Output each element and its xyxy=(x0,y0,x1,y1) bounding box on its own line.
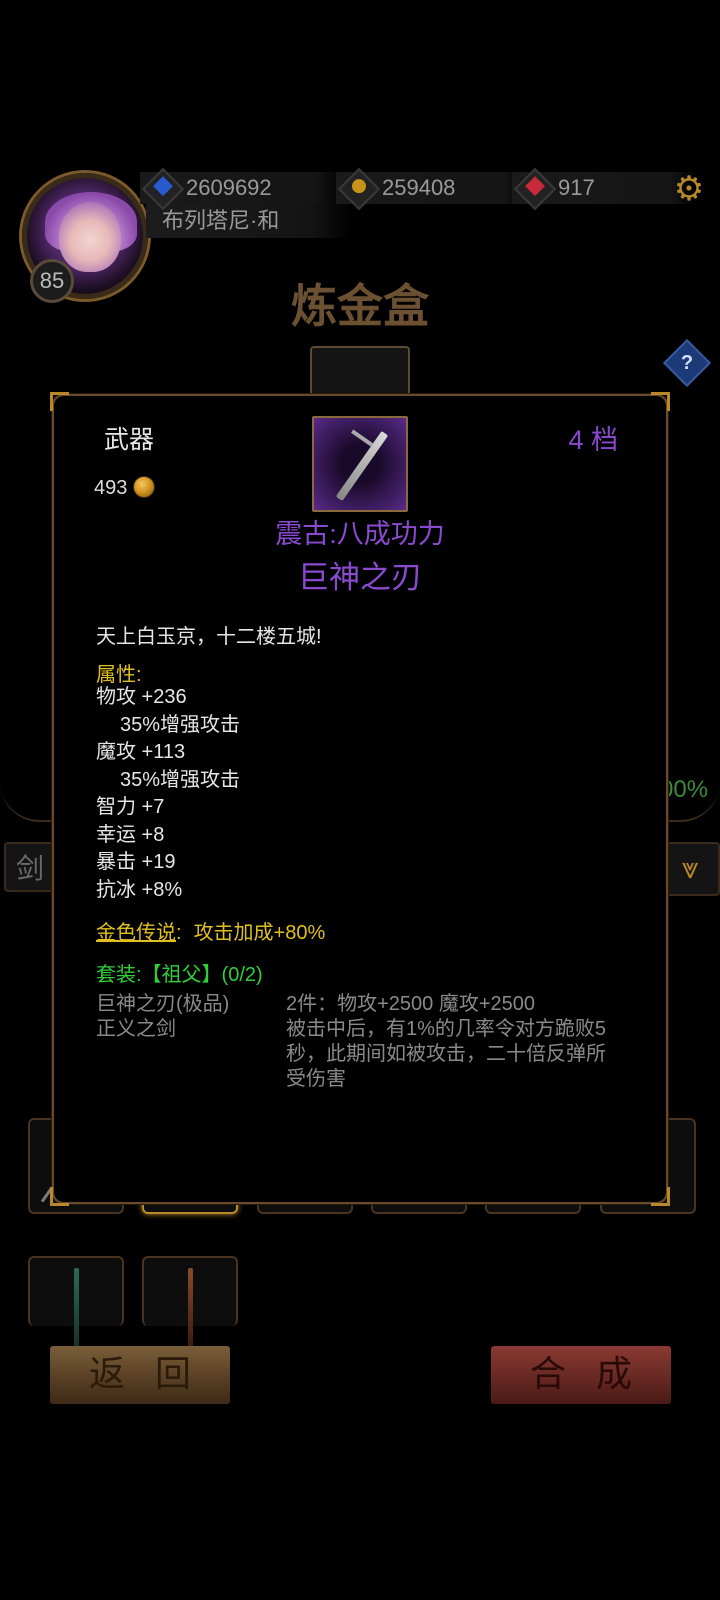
page-title: 炼金盒 xyxy=(291,279,429,333)
legendary-effect: 金色传说: 攻击加成+80% xyxy=(96,922,326,944)
attribute-line: 物攻 +236 xyxy=(96,686,187,708)
frame-corner xyxy=(651,1187,670,1206)
question-icon: ? xyxy=(680,352,694,374)
legendary-link[interactable]: 金色传说 xyxy=(96,922,176,944)
frame-corner xyxy=(50,1187,69,1206)
item-price: 493 xyxy=(94,476,156,500)
set-bonus-line: 受伤害 xyxy=(286,1068,346,1090)
merge-button[interactable]: 合成 xyxy=(491,1346,671,1404)
frame-corner xyxy=(651,392,670,411)
inventory-slot[interactable] xyxy=(28,1256,124,1348)
sort-icon[interactable]: ⩔ xyxy=(660,842,720,896)
item-description: 天上白玉京，十二楼五城! xyxy=(96,626,322,648)
set-bonus-line: 2件：物攻+2500 魔攻+2500 xyxy=(286,993,536,1015)
sword-icon xyxy=(74,1268,79,1348)
item-name: 巨神之刃 xyxy=(298,560,422,595)
alchemy-output-slot xyxy=(310,346,410,398)
player-name: 布列塔尼·和 xyxy=(146,204,352,238)
inventory-slot[interactable] xyxy=(142,1256,238,1348)
diamond-amount: 2609692 xyxy=(186,175,272,200)
attribute-line: 智力 +7 xyxy=(96,796,165,818)
legendary-effect-text: 攻击加成+80% xyxy=(193,922,326,944)
back-button[interactable]: 返回 xyxy=(50,1346,230,1404)
attributes-header: 属性: xyxy=(96,664,142,686)
sword-icon xyxy=(188,1268,193,1348)
frame-corner xyxy=(50,392,69,411)
gold-coin-icon xyxy=(133,476,156,498)
set-bonus-line: 被击中后，有1%的几率令对方跪败5 xyxy=(286,1018,607,1040)
item-price-value: 493 xyxy=(94,477,128,499)
item-sword-icon xyxy=(312,416,408,512)
ruby-amount: 917 xyxy=(558,175,595,200)
set-bonus-line: 秒，此期间如被攻击，二十倍反弹所 xyxy=(286,1043,606,1065)
gold-coin-icon xyxy=(337,167,381,211)
diamond-icon xyxy=(141,167,185,211)
set-item: 巨神之刃(极品) xyxy=(96,993,230,1015)
avatar-portrait xyxy=(59,202,121,272)
item-detail-popup[interactable]: 武器 4 档 493 震古:八成功力 巨神之刃 天上白玉京，十二楼五城! 属性:… xyxy=(50,392,670,1206)
attributes-list: 物攻 +236 35%增强攻击 魔攻 +113 35%增强攻击 智力 +7 幸运… xyxy=(96,684,240,904)
attribute-line: 35%增强攻击 xyxy=(120,768,241,791)
gold-counter: 259408 xyxy=(336,167,532,211)
set-title: 套装:【祖父】(0/2) xyxy=(96,964,263,986)
attribute-line: 抗冰 +8% xyxy=(96,878,183,901)
attribute-line: 幸运 +8 xyxy=(96,823,165,846)
attribute-line: 暴击 +19 xyxy=(96,851,176,873)
attribute-line: 魔攻 +113 xyxy=(96,741,186,763)
set-items: 巨神之刃(极品) 正义之剑 xyxy=(96,992,229,1042)
attribute-line: 35%增强攻击 xyxy=(120,713,241,736)
settings-gear-icon[interactable]: ⚙ xyxy=(672,172,706,206)
item-type: 武器 xyxy=(104,426,155,454)
ruby-counter: 917 xyxy=(512,167,698,211)
item-tier: 4 档 xyxy=(568,425,618,455)
ruby-icon xyxy=(513,167,557,211)
gold-amount: 259408 xyxy=(382,175,456,200)
set-item: 正义之剑 xyxy=(96,1018,176,1040)
item-subname: 震古:八成功力 xyxy=(275,519,445,549)
diamond-counter: 2609692 xyxy=(140,167,346,211)
set-bonus: 2件：物攻+2500 魔攻+2500 被击中后，有1%的几率令对方跪败5 秒，此… xyxy=(286,992,636,1092)
help-button[interactable]: ? xyxy=(662,338,712,388)
